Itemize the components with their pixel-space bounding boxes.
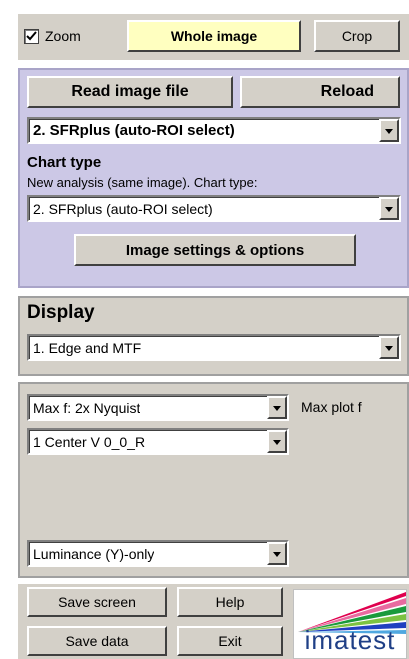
- image-settings-button[interactable]: Image settings & options: [74, 234, 356, 266]
- zoom-checkbox-group[interactable]: Zoom: [24, 26, 81, 46]
- logo-text: imatest: [304, 625, 396, 655]
- analysis-dropdown-value: 2. SFRplus (auto-ROI select): [33, 122, 235, 139]
- imatest-logo: imatest: [293, 589, 407, 659]
- chevron-down-icon[interactable]: [267, 542, 287, 565]
- save-screen-button[interactable]: Save screen: [27, 587, 167, 617]
- max-f-dropdown[interactable]: Max f: 2x Nyquist: [27, 394, 289, 421]
- crop-button[interactable]: Crop: [314, 20, 400, 52]
- checkmark-icon: [26, 30, 37, 40]
- chart-type-dropdown[interactable]: 2. SFRplus (auto-ROI select): [27, 195, 401, 222]
- display-dropdown[interactable]: 1. Edge and MTF: [27, 334, 401, 361]
- display-heading: Display: [27, 302, 95, 323]
- region-dropdown-value: 1 Center V 0_0_R: [33, 433, 146, 450]
- reload-button[interactable]: Reload: [240, 76, 400, 108]
- chevron-down-icon[interactable]: [379, 336, 399, 359]
- chart-type-heading: Chart type: [27, 154, 102, 171]
- chevron-down-icon[interactable]: [379, 119, 399, 142]
- chevron-down-icon[interactable]: [267, 430, 287, 453]
- zoom-checkbox[interactable]: [24, 28, 39, 44]
- channel-dropdown[interactable]: Luminance (Y)-only: [27, 540, 289, 567]
- max-plot-f-label: Max plot f: [301, 399, 362, 415]
- whole-image-button[interactable]: Whole image: [127, 20, 301, 52]
- channel-dropdown-value: Luminance (Y)-only: [33, 545, 155, 562]
- exit-button[interactable]: Exit: [177, 626, 283, 656]
- max-f-dropdown-value: Max f: 2x Nyquist: [33, 399, 141, 416]
- chevron-down-icon[interactable]: [267, 396, 287, 419]
- region-dropdown[interactable]: 1 Center V 0_0_R: [27, 428, 289, 455]
- analysis-dropdown[interactable]: 2. SFRplus (auto-ROI select): [27, 117, 401, 144]
- save-data-button[interactable]: Save data: [27, 626, 167, 656]
- chevron-down-icon[interactable]: [379, 197, 399, 220]
- help-button[interactable]: Help: [177, 587, 283, 617]
- chart-type-description: New analysis (same image). Chart type:: [27, 175, 258, 190]
- chart-type-dropdown-value: 2. SFRplus (auto-ROI select): [33, 200, 213, 217]
- zoom-label: Zoom: [45, 28, 81, 44]
- read-image-file-button[interactable]: Read image file: [27, 76, 233, 108]
- display-dropdown-value: 1. Edge and MTF: [33, 339, 142, 356]
